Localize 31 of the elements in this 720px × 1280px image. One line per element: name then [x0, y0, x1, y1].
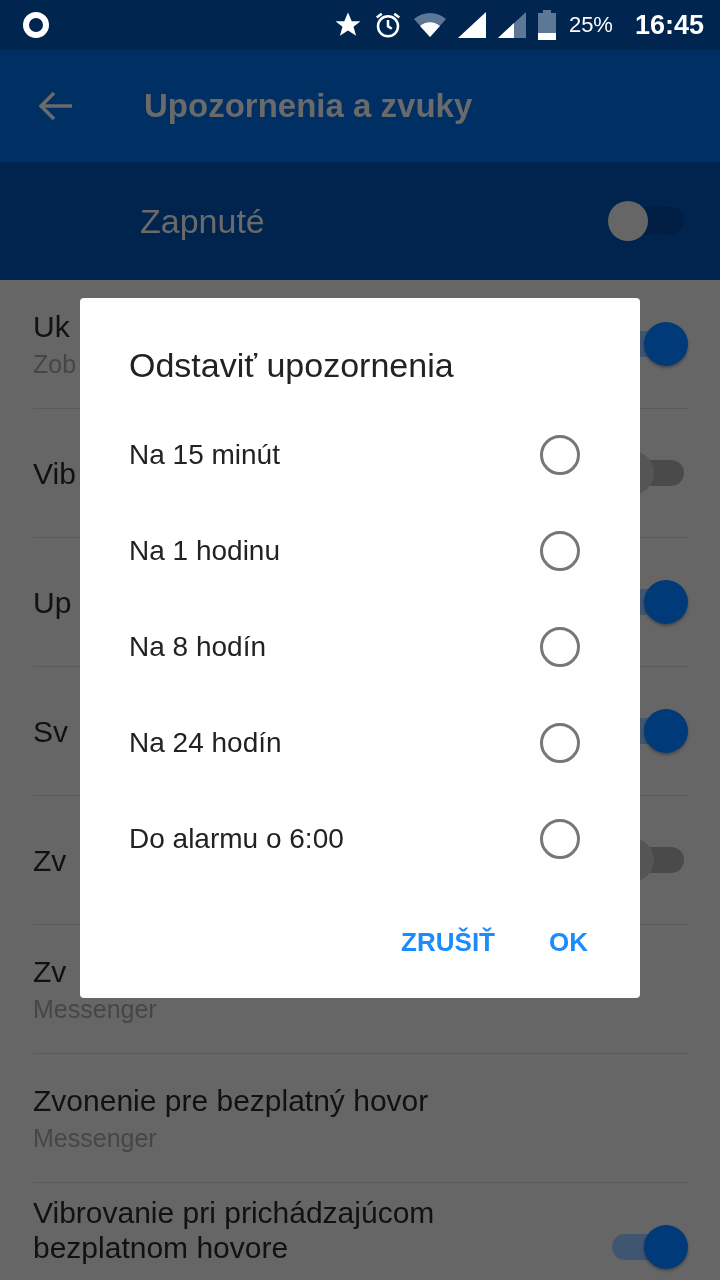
ring-icon: [22, 11, 50, 39]
option-label[interactable]: Na 24 hodín: [129, 727, 282, 759]
setting-title: Uk: [33, 309, 71, 344]
back-arrow-icon[interactable]: [38, 90, 74, 122]
master-switch-label: Zapnuté: [140, 201, 265, 241]
radio-button[interactable]: [540, 819, 580, 859]
setting-title: Up: [33, 584, 72, 620]
battery-percent: 25%: [568, 12, 613, 38]
wifi-icon: [412, 11, 447, 39]
toggle-switch[interactable]: [610, 1225, 688, 1269]
screen-title: Upozornenia a zvuky: [144, 87, 473, 125]
option-label[interactable]: Do alarmu o 6:00: [129, 823, 344, 855]
setting-title: Zv: [33, 842, 67, 878]
setting-title: Zvonenie pre bezplatný hovor: [33, 1083, 429, 1118]
radio-button[interactable]: [540, 627, 580, 667]
clock-time: 16:45: [634, 9, 704, 41]
option-label[interactable]: Na 15 minút: [129, 439, 280, 471]
signal-icon: [456, 11, 487, 39]
master-toggle-switch[interactable]: [608, 201, 684, 241]
setting-title: Vib: [33, 455, 76, 491]
radio-button[interactable]: [540, 723, 580, 763]
option-label[interactable]: Na 8 hodín: [129, 631, 266, 663]
setting-title: Zv: [33, 954, 68, 989]
setting-title: Sv: [33, 713, 68, 749]
battery-icon: [536, 10, 557, 40]
option-label[interactable]: Na 1 hodinu: [129, 535, 280, 567]
dialog-title: Odstaviť upozornenia: [129, 346, 455, 385]
signal-icon: [496, 11, 527, 39]
setting-title: Vibrovanie pri prichádzajúcom bezplatnom hovore: [33, 1195, 436, 1265]
radio-button[interactable]: [540, 531, 580, 571]
radio-button[interactable]: [540, 435, 580, 475]
